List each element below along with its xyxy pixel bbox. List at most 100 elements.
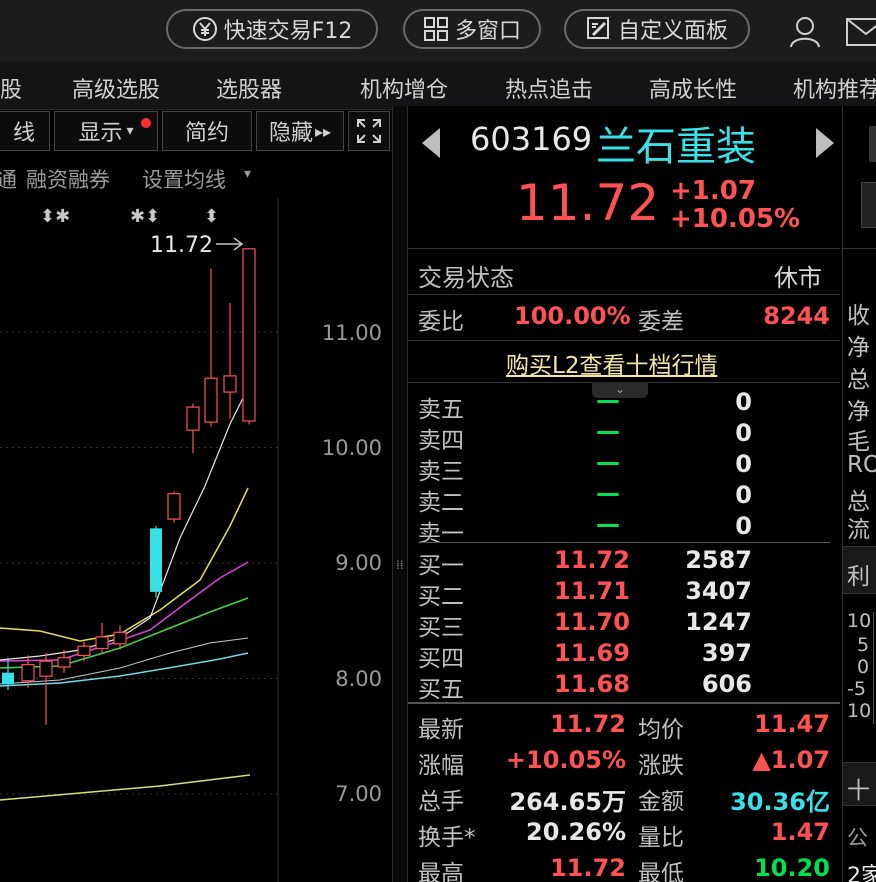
nav-item-advanced-selection[interactable]: 高级选股 (72, 72, 160, 104)
top-toolbar: 快速交易F12 多窗口 自定义面板 (0, 0, 876, 62)
profit-tab[interactable]: 利 (843, 546, 876, 594)
chevron-down-icon: ▾ (126, 123, 134, 139)
panel-resize-handle[interactable]: ⁞⁞ (392, 106, 408, 882)
prev-stock-icon[interactable] (422, 128, 442, 158)
sell-2-volume: 0 (735, 481, 752, 509)
profit-axis-label: 10 (847, 610, 872, 632)
double-chevron-right-icon: ▸▸ (314, 121, 332, 141)
chevron-down-icon: ▾ (244, 166, 252, 182)
display-button[interactable]: 显示 ▾ (54, 111, 158, 151)
divider (408, 248, 840, 249)
multi-window-button[interactable]: 多窗口 (403, 9, 541, 49)
wei-bi-value: 100.00% (514, 302, 631, 330)
candle-body (39, 660, 53, 677)
stock-name[interactable]: 兰石重装 (596, 114, 756, 172)
stat-change-pct-value: +10.05% (505, 746, 626, 774)
stat-turnover-value: 20.26% (526, 818, 626, 846)
stat-volume-label: 总手 (418, 789, 464, 815)
simple-button[interactable]: 简约 (162, 111, 252, 151)
nav-item-hot-tracking[interactable]: 热点追击 (505, 72, 593, 104)
nav-item-stock[interactable]: 股 (0, 72, 22, 104)
l2-upgrade-link[interactable]: 购买L2查看十档行情 (506, 346, 717, 380)
candle-body (150, 528, 162, 592)
profit-axis-line (873, 612, 874, 724)
stat-latest-value: 11.72 (550, 710, 626, 738)
ma-line-long (0, 774, 251, 801)
fullscreen-button[interactable] (348, 111, 390, 151)
custom-panel-button[interactable]: 自定义面板 (564, 9, 750, 49)
profit-axis-label: 10 (847, 700, 872, 722)
nav-item-high-growth[interactable]: 高成长性 (649, 72, 737, 104)
profit-axis-label: 5 (857, 634, 870, 656)
quote-panel: 603169 兰石重装 11.72 +1.07 +10.05% 交易状态 休市 … (408, 106, 842, 882)
sub-partial-label[interactable]: 通 (0, 164, 17, 194)
chart-toolbar: 线 显示 ▾ 简约 隐藏 ▸▸ (0, 110, 392, 154)
trade-status-label: 交易状态 (418, 264, 514, 292)
hide-button[interactable]: 隐藏 ▸▸ (256, 111, 344, 151)
candle-body (167, 493, 181, 520)
fin-label: 总 (847, 367, 870, 393)
sell-2-label: 卖二 (418, 490, 464, 516)
arrow-right-icon (216, 237, 244, 251)
user-icon[interactable] (788, 14, 822, 48)
stat-volume-value: 264.65万 (509, 788, 626, 816)
next-stock-icon[interactable] (814, 128, 834, 158)
announcement-label: 公 (847, 826, 868, 850)
stat-amount-label: 金额 (638, 789, 684, 815)
moving-average-lines (0, 387, 251, 801)
price-axis-label: 11.00 (322, 321, 382, 345)
kline-chart[interactable]: ⬍✱ ✱⬍ ⬍ 11.72 11.00 10.00 9.00 8.00 7.00 (0, 198, 392, 882)
buy-5-label: 买五 (418, 677, 464, 703)
custom-panel-label: 自定义面板 (617, 19, 728, 44)
ma-setting-link[interactable]: 设置均线 (142, 164, 226, 194)
line-button[interactable]: 线 (0, 111, 50, 151)
sell-4-volume: 0 (735, 419, 752, 447)
divider (408, 340, 840, 341)
profit-axis-label: 0 (857, 656, 870, 678)
buy-5-volume: 606 (701, 670, 752, 698)
fullscreen-icon (357, 119, 381, 143)
divider (408, 294, 840, 295)
wei-cha-label: 委差 (638, 309, 684, 335)
stat-volume-ratio-value: 1.47 (770, 818, 830, 846)
fin-label: 毛 (847, 429, 870, 455)
sell-3-label: 卖三 (418, 459, 464, 485)
stat-avg-label: 均价 (638, 717, 684, 743)
price-axis-label: 7.00 (335, 782, 382, 806)
chart-mark-3: ⬍ (204, 206, 219, 227)
sell-5-volume: 0 (735, 388, 752, 416)
nav-item-institution-increase[interactable]: 机构增仓 (360, 72, 448, 104)
price-axis-label: 9.00 (335, 551, 382, 575)
stock-code: 603169 (470, 120, 593, 158)
candlestick-series (2, 248, 256, 725)
stat-low-label: 最低 (638, 861, 684, 882)
side-button[interactable] (861, 182, 876, 228)
main-nav: 股 高级选股 选股器 机构增仓 热点追击 高成长性 机构推荐 (0, 62, 876, 110)
edit-panel-icon (586, 17, 609, 39)
sell-5-label: 卖五 (418, 397, 464, 423)
candle-body (77, 645, 91, 657)
buy-3-label: 买三 (418, 615, 464, 641)
collapse-button[interactable] (869, 126, 876, 162)
margin-trading-link[interactable]: 融资融券 (26, 164, 110, 194)
buy-2-volume: 3407 (685, 577, 752, 605)
candle-body (21, 664, 35, 682)
stat-high-value: 11.72 (550, 854, 626, 882)
top-ten-tab[interactable]: 十 (843, 762, 876, 806)
sell-3-price: — (596, 448, 620, 476)
quick-trade-button[interactable]: 快速交易F12 (166, 9, 378, 49)
sell-1-volume: 0 (735, 512, 752, 540)
stat-low-value: 10.20 (754, 854, 830, 882)
buy-2-price: 11.71 (554, 577, 630, 605)
buy-1-label: 买一 (418, 553, 464, 579)
mail-icon[interactable] (846, 18, 876, 46)
ma-line-yellow (0, 487, 249, 642)
stat-change-value: ▲1.07 (752, 746, 830, 774)
sell-2-price: — (596, 479, 620, 507)
buy-5-price: 11.68 (554, 670, 630, 698)
nav-item-institution-recommend[interactable]: 机构推荐 (793, 72, 876, 104)
candle-body (113, 631, 127, 645)
nav-item-stock-picker[interactable]: 选股器 (216, 72, 282, 104)
chart-subbar: 通 融资融券 设置均线 ▾ (0, 158, 260, 198)
high-price-label: 11.72 (150, 233, 213, 258)
